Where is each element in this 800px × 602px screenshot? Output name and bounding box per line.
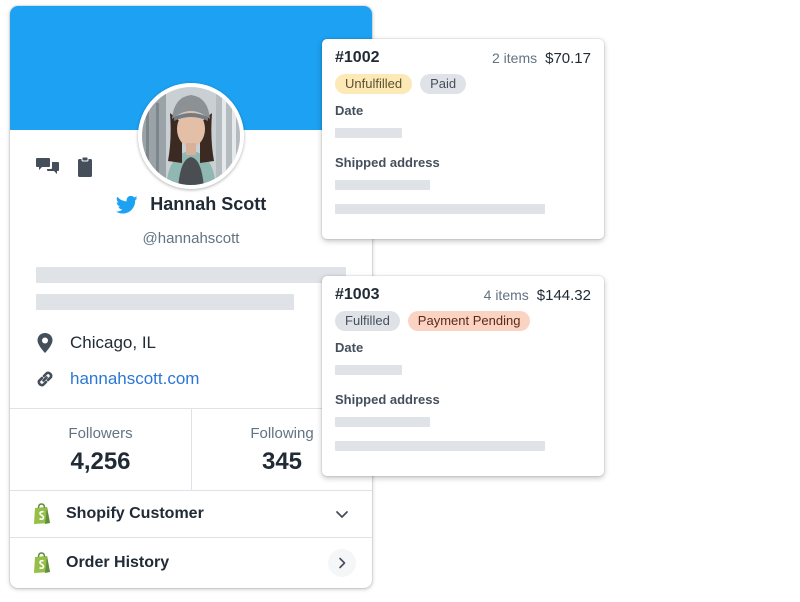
location-pin-icon <box>34 332 56 354</box>
payment-status-badge: Payment Pending <box>407 311 531 331</box>
location-text: Chicago, IL <box>70 333 156 352</box>
location-row: Chicago, IL <box>34 332 156 354</box>
order-price: $70.17 <box>545 50 591 67</box>
shopify-customer-row[interactable]: Shopify Customer <box>10 490 372 538</box>
avatar[interactable] <box>138 83 244 189</box>
address-label: Shipped address <box>335 155 440 170</box>
address-placeholder-line <box>335 441 545 451</box>
order-number: #1002 <box>335 49 380 66</box>
payment-status-badge: Paid <box>420 74 467 94</box>
order-badges: Unfulfilled Paid <box>335 74 467 94</box>
stat-label: Followers <box>68 425 133 442</box>
fulfillment-status-badge: Fulfilled <box>335 311 400 331</box>
profile-card: Hannah Scott @hannahscott Chicago, IL ha… <box>10 6 372 588</box>
order-card[interactable]: #1002 2 items $70.17 Unfulfilled Paid Dat… <box>322 39 604 239</box>
fulfillment-status-badge: Unfulfilled <box>335 74 413 94</box>
profile-handle: @hannahscott <box>142 230 240 247</box>
profile-name: Hannah Scott <box>150 194 267 214</box>
chat-icon[interactable] <box>36 156 60 178</box>
clipboard-icon[interactable] <box>74 156 98 178</box>
date-label: Date <box>335 340 364 355</box>
stat-value: 4,256 <box>70 448 131 475</box>
address-label: Shipped address <box>335 392 440 407</box>
stats: Followers 4,256 Following 345 <box>10 408 372 491</box>
shopify-customer-label: Shopify Customer <box>66 504 204 522</box>
website-row[interactable]: hannahscott.com <box>34 368 199 390</box>
shopify-bag-icon <box>32 502 52 525</box>
name-row: Hannah Scott <box>10 194 372 215</box>
stat-followers: Followers 4,256 <box>10 409 191 490</box>
bio-placeholder-line <box>36 294 294 310</box>
link-icon <box>34 368 56 390</box>
order-history-label: Order History <box>66 554 170 571</box>
date-placeholder <box>335 365 402 375</box>
order-card[interactable]: #1003 4 items $144.32 Fulfilled Payment P… <box>322 276 604 476</box>
chevron-right-icon[interactable] <box>328 549 356 577</box>
order-price: $144.32 <box>536 287 591 304</box>
order-summary: 2 items $70.17 <box>492 50 591 67</box>
shopify-bag-icon <box>32 552 52 574</box>
order-history-row[interactable]: Order History <box>10 539 372 587</box>
order-items-count: 4 items <box>483 287 529 303</box>
date-placeholder <box>335 128 402 138</box>
address-placeholder-line <box>335 180 430 190</box>
date-label: Date <box>335 103 364 118</box>
address-placeholder-line <box>335 417 430 427</box>
twitter-icon <box>115 195 138 215</box>
order-summary: 4 items $144.32 <box>484 287 591 304</box>
bio-placeholder-line <box>36 267 346 283</box>
order-badges: Fulfilled Payment Pending <box>335 311 531 331</box>
website-link[interactable]: hannahscott.com <box>70 369 199 389</box>
chevron-down-icon[interactable] <box>334 506 350 522</box>
action-icons <box>36 156 98 178</box>
order-items-count: 2 items <box>491 50 538 66</box>
address-placeholder-line <box>335 204 545 214</box>
order-number: #1003 <box>335 286 380 303</box>
